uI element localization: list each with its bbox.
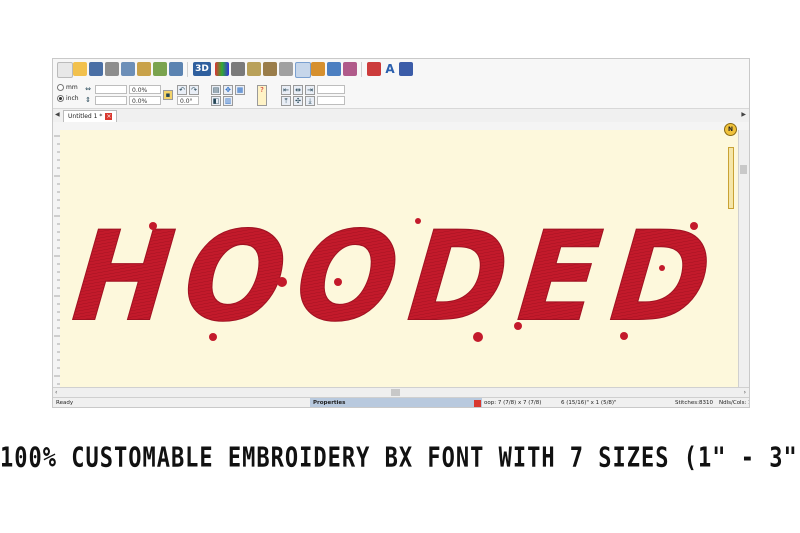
paste-icon[interactable] (137, 62, 151, 76)
save-icon[interactable] (89, 62, 103, 76)
main-toolbar: 3D A (53, 59, 749, 82)
3d-view-button[interactable]: 3D (193, 62, 211, 76)
design-canvas[interactable]: HOODED (60, 130, 738, 387)
close-properties-icon[interactable] (474, 400, 481, 407)
document-tab-bar: ◀ Untitled 1 * × ▶ (53, 109, 749, 123)
center-icon[interactable]: ✥ (223, 85, 233, 95)
toolbar-divider (187, 62, 188, 77)
hoop-icon[interactable] (279, 62, 293, 76)
text-icon[interactable]: A (383, 62, 397, 76)
scrollbar-thumb[interactable] (391, 389, 400, 396)
status-bar: Ready Properties oop: 7 (7/8) x 7 (7/8) … (53, 397, 749, 407)
rotate-right-icon[interactable]: ↷ (189, 85, 199, 95)
spacing-icon[interactable]: ▥ (223, 96, 233, 106)
radio-selected-icon (57, 95, 64, 102)
angle-field[interactable]: 0.0° (177, 96, 199, 105)
compass-icon[interactable]: N (724, 123, 737, 136)
align-top-edge-icon[interactable]: ⤒ (281, 96, 291, 106)
x-position-field[interactable] (95, 85, 127, 94)
ruler-icon[interactable] (247, 62, 261, 76)
grid-icon[interactable] (327, 62, 341, 76)
toolbar-divider (361, 62, 362, 77)
mirror-icon[interactable] (153, 62, 167, 76)
properties-toolbar: mm inch ⇔ ⇕ 0.0% 0.0% ▪ ↶ ↷ 0.0° ▤ ✥ ▦ ◧… (53, 81, 749, 109)
status-stitches: Stitches:8310 (675, 400, 713, 406)
status-design-size: 6 (15/16)" x 1 (5/8)" (561, 400, 617, 406)
unit-inch-label: inch (66, 95, 79, 102)
horizontal-scrollbar[interactable]: ‹ › (53, 387, 749, 397)
vertical-resize-icon: ⇕ (85, 96, 91, 104)
status-ready: Ready (56, 400, 74, 406)
tab-scroll-right-icon[interactable]: ▶ (741, 111, 746, 118)
status-hoop: oop: 7 (7/8) x 7 (7/8) (484, 400, 542, 406)
lock-icon[interactable]: ▪ (163, 90, 173, 100)
height-percent-field[interactable]: 0.0% (129, 96, 161, 105)
settings-icon[interactable] (367, 62, 381, 76)
zoom-slider[interactable] (728, 147, 734, 209)
scroll-right-icon[interactable]: › (744, 389, 746, 396)
zoom-icon[interactable] (231, 62, 245, 76)
align-bottom-edge-icon[interactable]: ⤓ (305, 96, 315, 106)
unit-inch-radio[interactable]: inch (57, 95, 79, 102)
align-left-icon[interactable]: ◧ (211, 96, 221, 106)
width-percent-field[interactable]: 0.0% (129, 85, 161, 94)
caption-text: 100% CUSTOMABLE EMBROIDERY BX FONT WITH … (0, 442, 800, 475)
vertical-scrollbar[interactable] (738, 130, 749, 387)
embroidery-app-window: 3D A mm inch ⇔ ⇕ 0.0% 0.0% ▪ ↶ ↷ 0.0° ▤ … (52, 58, 750, 408)
unit-mm-label: mm (66, 84, 78, 91)
pattern-icon[interactable] (343, 62, 357, 76)
select-pointer-icon[interactable] (295, 62, 311, 78)
scrollbar-thumb[interactable] (740, 165, 747, 174)
tab-untitled-1[interactable]: Untitled 1 * × (63, 110, 118, 122)
rotate-left-icon[interactable]: ↶ (177, 85, 187, 95)
align-right-edge-icon[interactable]: ⇥ (305, 85, 315, 95)
align-center-h-icon[interactable]: ⇹ (293, 85, 303, 95)
measure-icon[interactable] (263, 62, 277, 76)
new-file-icon[interactable] (57, 62, 73, 78)
distribute-icon[interactable]: ▦ (235, 85, 245, 95)
flip-icon[interactable] (169, 62, 183, 76)
color-palette-icon[interactable] (215, 62, 229, 76)
stitch-list-icon[interactable] (311, 62, 325, 76)
open-folder-icon[interactable] (73, 62, 87, 76)
close-tab-icon[interactable]: × (105, 113, 113, 120)
monogram-icon[interactable] (399, 62, 413, 76)
tab-title: Untitled 1 * (68, 113, 103, 120)
status-needles: Ndls/Cols: 1/1 (719, 400, 749, 406)
cut-icon[interactable] (121, 62, 135, 76)
help-icon[interactable]: ? (257, 85, 267, 106)
unit-mm-radio[interactable]: mm (57, 84, 78, 91)
y-position-field[interactable] (95, 96, 127, 105)
ruler-ticks (54, 135, 60, 385)
embroidery-design: HOODED (67, 203, 730, 349)
align-center-v-icon[interactable]: ✣ (293, 96, 303, 106)
align-left-edge-icon[interactable]: ⇤ (281, 85, 291, 95)
properties-panel-tab[interactable]: Properties (310, 398, 482, 407)
offset-y-field[interactable] (317, 96, 345, 105)
horizontal-resize-icon: ⇔ (85, 85, 91, 93)
align-top-icon[interactable]: ▤ (211, 85, 221, 95)
print-icon[interactable] (105, 62, 119, 76)
offset-x-field[interactable] (317, 85, 345, 94)
radio-icon (57, 84, 64, 91)
tab-scroll-left-icon[interactable]: ◀ (55, 111, 60, 118)
scroll-left-icon[interactable]: ‹ (55, 389, 57, 396)
design-text[interactable]: HOODED (67, 203, 730, 349)
